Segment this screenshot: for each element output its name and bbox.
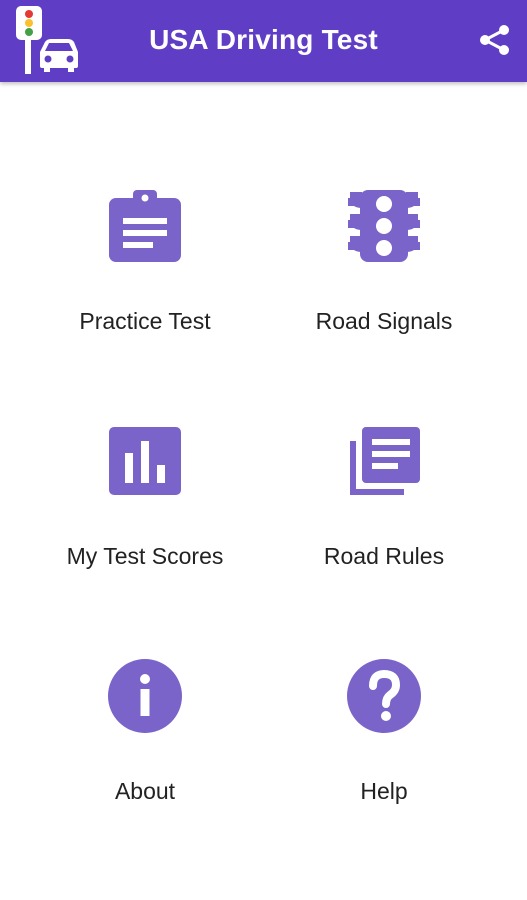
road-rules-label: Road Rules (323, 543, 445, 569)
library-books-icon (350, 427, 420, 495)
my-test-scores-label: My Test Scores (66, 543, 224, 569)
road-rules-button[interactable]: Road Rules (264, 423, 504, 623)
help-label: Help (360, 778, 408, 804)
help-button[interactable]: Help (264, 658, 504, 858)
about-button[interactable]: About (25, 658, 265, 858)
clipboard-icon (109, 190, 181, 262)
my-test-scores-button[interactable]: My Test Scores (25, 423, 265, 623)
road-signals-label: Road Signals (315, 308, 453, 334)
practice-test-button[interactable]: Practice Test (25, 188, 265, 388)
app-bar: USA Driving Test (0, 0, 527, 82)
road-signals-button[interactable]: Road Signals (264, 188, 504, 388)
practice-test-label: Practice Test (79, 308, 211, 334)
traffic-light-icon (348, 190, 420, 262)
app-title: USA Driving Test (149, 24, 378, 55)
about-label: About (114, 778, 176, 804)
share-icon[interactable] (477, 22, 513, 58)
help-icon (347, 659, 421, 733)
bar-chart-icon (109, 427, 181, 495)
info-icon (108, 659, 182, 733)
